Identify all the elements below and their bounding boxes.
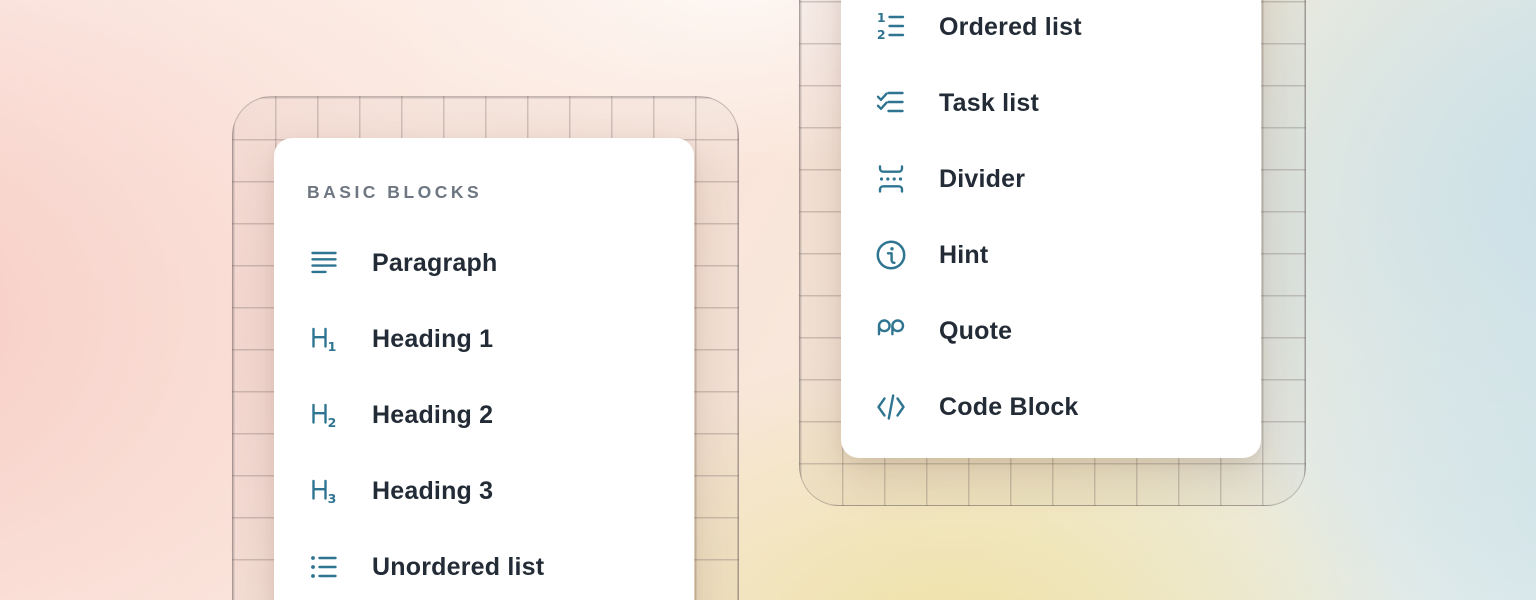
menu-item-label: Heading 3	[372, 477, 493, 506]
advanced-blocks-menu: 12Ordered listTask listDividerHintQuoteC…	[841, 0, 1261, 458]
menu-item-label: Unordered list	[372, 553, 544, 582]
editor-blocks-illustration: BASIC BLOCKS Paragraph 1 Heading 1 2 Heading…	[0, 0, 1536, 600]
menu-item-label: Heading 2	[372, 401, 493, 430]
menu-item-label: Quote	[939, 317, 1012, 346]
task-list-icon	[874, 86, 908, 120]
svg-text:3: 3	[328, 491, 337, 506]
menu-item-hint[interactable]: Hint	[841, 217, 1261, 293]
menu-item-unordered-list[interactable]: Unordered list	[274, 529, 694, 600]
menu-item-label: Heading 1	[372, 325, 493, 354]
unordered-list-icon	[307, 550, 341, 584]
heading-3-icon: 3	[307, 474, 341, 508]
svg-text:2: 2	[328, 415, 337, 430]
menu-item-heading-2[interactable]: 2 Heading 2	[274, 377, 694, 453]
menu-item-label: Ordered list	[939, 13, 1082, 42]
quote-icon	[874, 314, 908, 348]
hint-icon	[874, 238, 908, 272]
basic-blocks-list: Paragraph 1 Heading 1 2 Heading 2 3 Heading 3 U…	[274, 225, 694, 600]
menu-item-label: Hint	[939, 241, 988, 270]
menu-item-paragraph[interactable]: Paragraph	[274, 225, 694, 301]
menu-item-quote[interactable]: Quote	[841, 293, 1261, 369]
menu-item-label: Code Block	[939, 393, 1079, 422]
svg-text:1: 1	[328, 339, 337, 354]
menu-item-task-list[interactable]: Task list	[841, 65, 1261, 141]
divider-icon	[874, 162, 908, 196]
paragraph-icon	[307, 246, 341, 280]
menu-item-divider[interactable]: Divider	[841, 141, 1261, 217]
menu-item-heading-3[interactable]: 3 Heading 3	[274, 453, 694, 529]
advanced-blocks-list: 12Ordered listTask listDividerHintQuoteC…	[841, 0, 1261, 445]
menu-item-label: Task list	[939, 89, 1039, 118]
menu-item-ordered-list[interactable]: 12Ordered list	[841, 0, 1261, 65]
ordered-list-icon: 12	[874, 10, 908, 44]
basic-blocks-menu: BASIC BLOCKS Paragraph 1 Heading 1 2 Heading…	[274, 138, 694, 600]
code-block-icon	[874, 390, 908, 424]
menu-item-heading-1[interactable]: 1 Heading 1	[274, 301, 694, 377]
svg-text:1: 1	[877, 10, 886, 25]
menu-item-label: Paragraph	[372, 249, 497, 278]
heading-2-icon: 2	[307, 398, 341, 432]
menu-item-code-block[interactable]: Code Block	[841, 369, 1261, 445]
menu-item-label: Divider	[939, 165, 1025, 194]
basic-blocks-header: BASIC BLOCKS	[307, 178, 694, 206]
heading-1-icon: 1	[307, 322, 341, 356]
svg-text:2: 2	[877, 27, 886, 42]
